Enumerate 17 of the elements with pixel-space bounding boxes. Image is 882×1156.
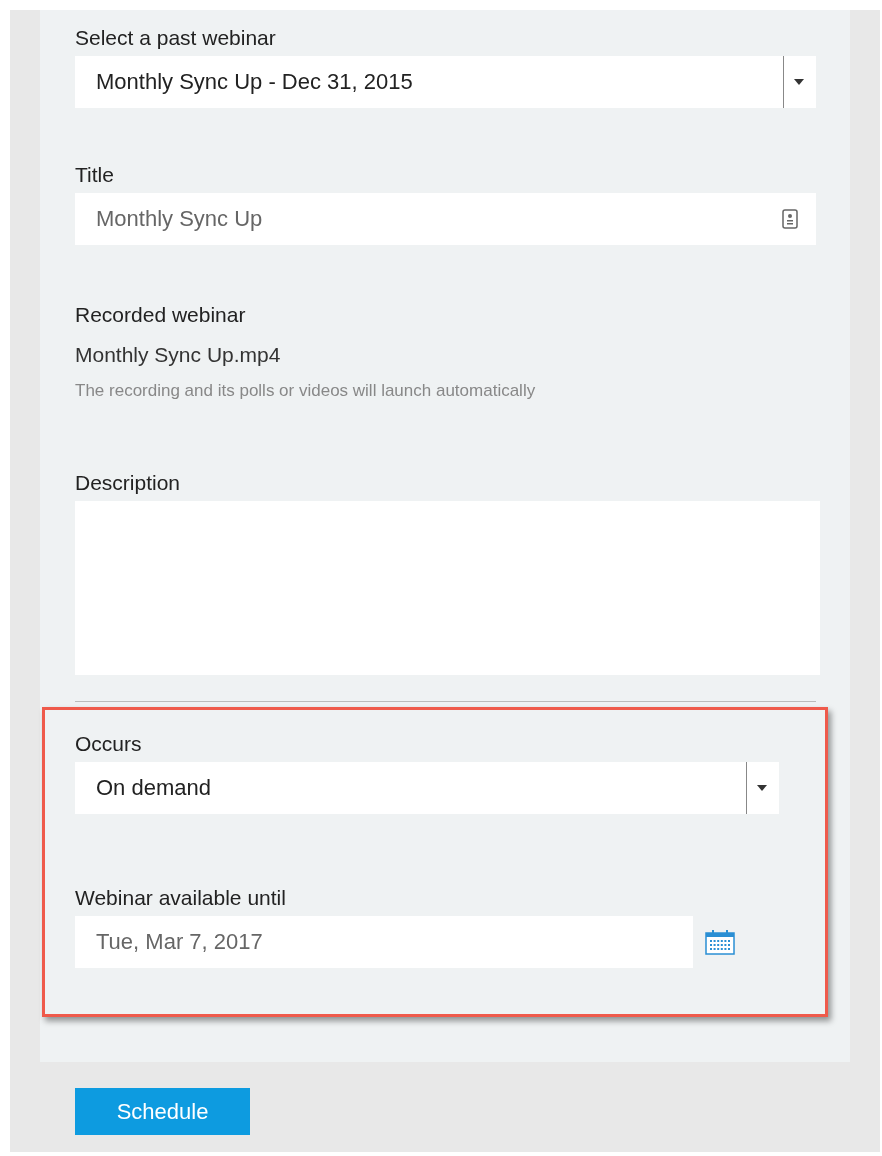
hint-text: The recording and its polls or videos will launch automatically (75, 381, 537, 401)
field-label: Description (75, 471, 182, 495)
field-label: Select a past webinar (75, 26, 277, 50)
title-field[interactable]: Monthly Sync Up (75, 193, 816, 245)
contact-card-icon (782, 209, 798, 229)
date-field[interactable]: Tue, Mar 7, 2017 (75, 916, 693, 968)
field-label: Title (75, 163, 115, 187)
field-label: Webinar available until (75, 886, 287, 910)
field-label: Recorded webinar (75, 303, 247, 327)
caret-icon (794, 79, 804, 85)
calendar-icon[interactable] (705, 929, 735, 955)
caret-icon (757, 785, 767, 791)
occurs-dropdown[interactable]: On demand (75, 762, 779, 814)
recording-filename: Monthly Sync Up.mp4 (75, 343, 282, 367)
webinar-dropdown[interactable]: Monthly Sync Up - Dec 31, 2015 (75, 56, 816, 108)
schedule-button[interactable]: Schedule (75, 1088, 250, 1135)
field-label: Occurs (75, 732, 143, 756)
